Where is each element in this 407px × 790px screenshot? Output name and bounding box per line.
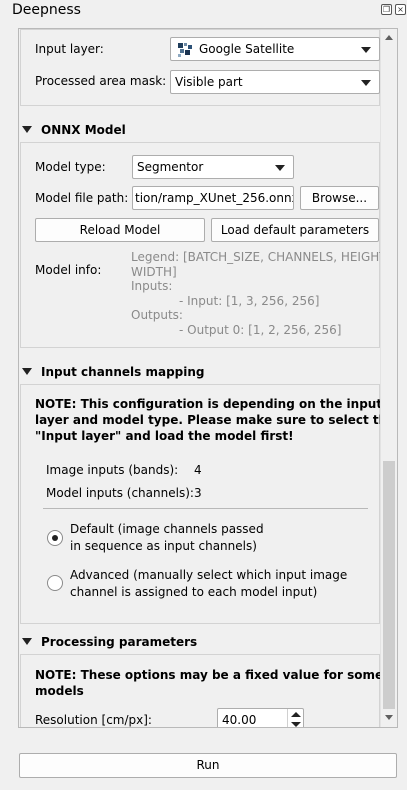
model-info-line: Legend: [BATCH_SIZE, CHANNELS, HEIGHT, (131, 250, 381, 264)
scroll-thumb[interactable] (383, 461, 395, 709)
run-button[interactable]: Run (19, 753, 397, 778)
settings-scroll-area[interactable]: Input layer: Google Satellite Processed … (18, 28, 398, 728)
resolution-label: Resolution [cm/px]: (35, 713, 152, 727)
file-path-label: Model file path: (35, 191, 129, 205)
dock-titlebar: Deepness ❐ × (0, 0, 407, 24)
dock-title: Deepness (12, 2, 81, 18)
spin-buttons[interactable] (287, 709, 303, 727)
model-info-line: - Input: [1, 3, 256, 256] (179, 294, 320, 308)
model-info-line: Outputs: (131, 308, 183, 322)
advanced-mapping-radio[interactable] (47, 575, 63, 591)
model-inputs-value: 3 (194, 486, 202, 500)
mask-combo[interactable]: Visible part (170, 70, 380, 94)
processing-note-line: models (35, 684, 84, 698)
channels-group-title: Input channels mapping (41, 365, 205, 379)
load-default-parameters-button[interactable]: Load default parameters (211, 218, 379, 242)
satellite-layer-icon (178, 43, 192, 57)
input-layer-combo[interactable]: Google Satellite (170, 37, 380, 61)
onnx-group: Model type: Segmentor Model file path: t… (20, 142, 381, 348)
divider (43, 508, 368, 509)
input-layer-group: Input layer: Google Satellite Processed … (20, 29, 380, 106)
onnx-group-header[interactable]: ONNX Model (19, 120, 379, 142)
advanced-option-line: channel is assigned to each model input) (70, 585, 318, 599)
channels-note-line: "Input layer" and load the model first! (35, 429, 294, 443)
vertical-scrollbar[interactable] (380, 29, 397, 727)
channels-note-line: layer and model type. Please make sure t… (35, 413, 381, 427)
chevron-down-icon (361, 47, 371, 53)
processing-group-title: Processing parameters (41, 635, 198, 649)
model-type-label: Model type: (35, 160, 106, 174)
input-layer-label: Input layer: (35, 42, 104, 56)
settings-content: Input layer: Google Satellite Processed … (19, 29, 381, 727)
chevron-down-icon[interactable] (291, 722, 301, 727)
advanced-option-line: Advanced (manually select which input im… (70, 568, 348, 582)
triangle-down-icon (22, 126, 32, 133)
default-option-line: in sequence as input channels) (70, 539, 257, 553)
input-layer-value: Google Satellite (199, 42, 295, 56)
triangle-down-icon (22, 368, 32, 375)
model-info-line: - Output 0: [1, 2, 256, 256] (179, 323, 342, 337)
onnx-group-title: ONNX Model (41, 123, 126, 137)
image-inputs-label: Image inputs (bands): (46, 463, 179, 477)
model-inputs-label: Model inputs (channels): (46, 486, 194, 500)
model-info-line: WIDTH] (131, 265, 177, 279)
model-type-value: Segmentor (137, 160, 204, 174)
processing-group: NOTE: These options may be a fixed value… (20, 654, 381, 727)
model-info-line: Inputs: (131, 279, 173, 293)
scroll-down-icon[interactable] (385, 715, 393, 720)
default-mapping-radio[interactable] (47, 530, 63, 546)
triangle-down-icon (22, 638, 32, 645)
float-icon[interactable]: ❐ (381, 4, 392, 15)
chevron-up-icon[interactable] (291, 712, 301, 717)
model-info-label: Model info: (35, 263, 102, 277)
file-path-input[interactable]: tion/ramp_XUnet_256.onnx (132, 186, 294, 210)
model-type-combo[interactable]: Segmentor (132, 155, 294, 179)
radio-selected-dot (52, 535, 58, 541)
mask-label: Processed area mask: (35, 74, 167, 88)
channels-note-line: NOTE: This configuration is depending on… (35, 397, 381, 411)
channels-group-header[interactable]: Input channels mapping (19, 362, 379, 384)
browse-button[interactable]: Browse... (300, 186, 379, 210)
chevron-down-icon (361, 80, 371, 86)
image-inputs-value: 4 (194, 463, 202, 477)
default-option-line: Default (image channels passed (70, 522, 264, 536)
chevron-down-icon (275, 165, 285, 171)
close-icon[interactable]: × (395, 4, 406, 15)
processing-group-header[interactable]: Processing parameters (19, 632, 379, 654)
processing-note-line: NOTE: These options may be a fixed value… (35, 668, 381, 682)
reload-model-button[interactable]: Reload Model (35, 218, 205, 242)
channels-group: NOTE: This configuration is depending on… (20, 384, 381, 624)
resolution-value: 40.00 (222, 713, 257, 727)
scroll-up-icon[interactable] (385, 35, 393, 40)
resolution-spinbox[interactable]: 40.00 (217, 708, 304, 727)
file-path-value: tion/ramp_XUnet_256.onnx (135, 191, 294, 205)
mask-value: Visible part (175, 75, 243, 89)
